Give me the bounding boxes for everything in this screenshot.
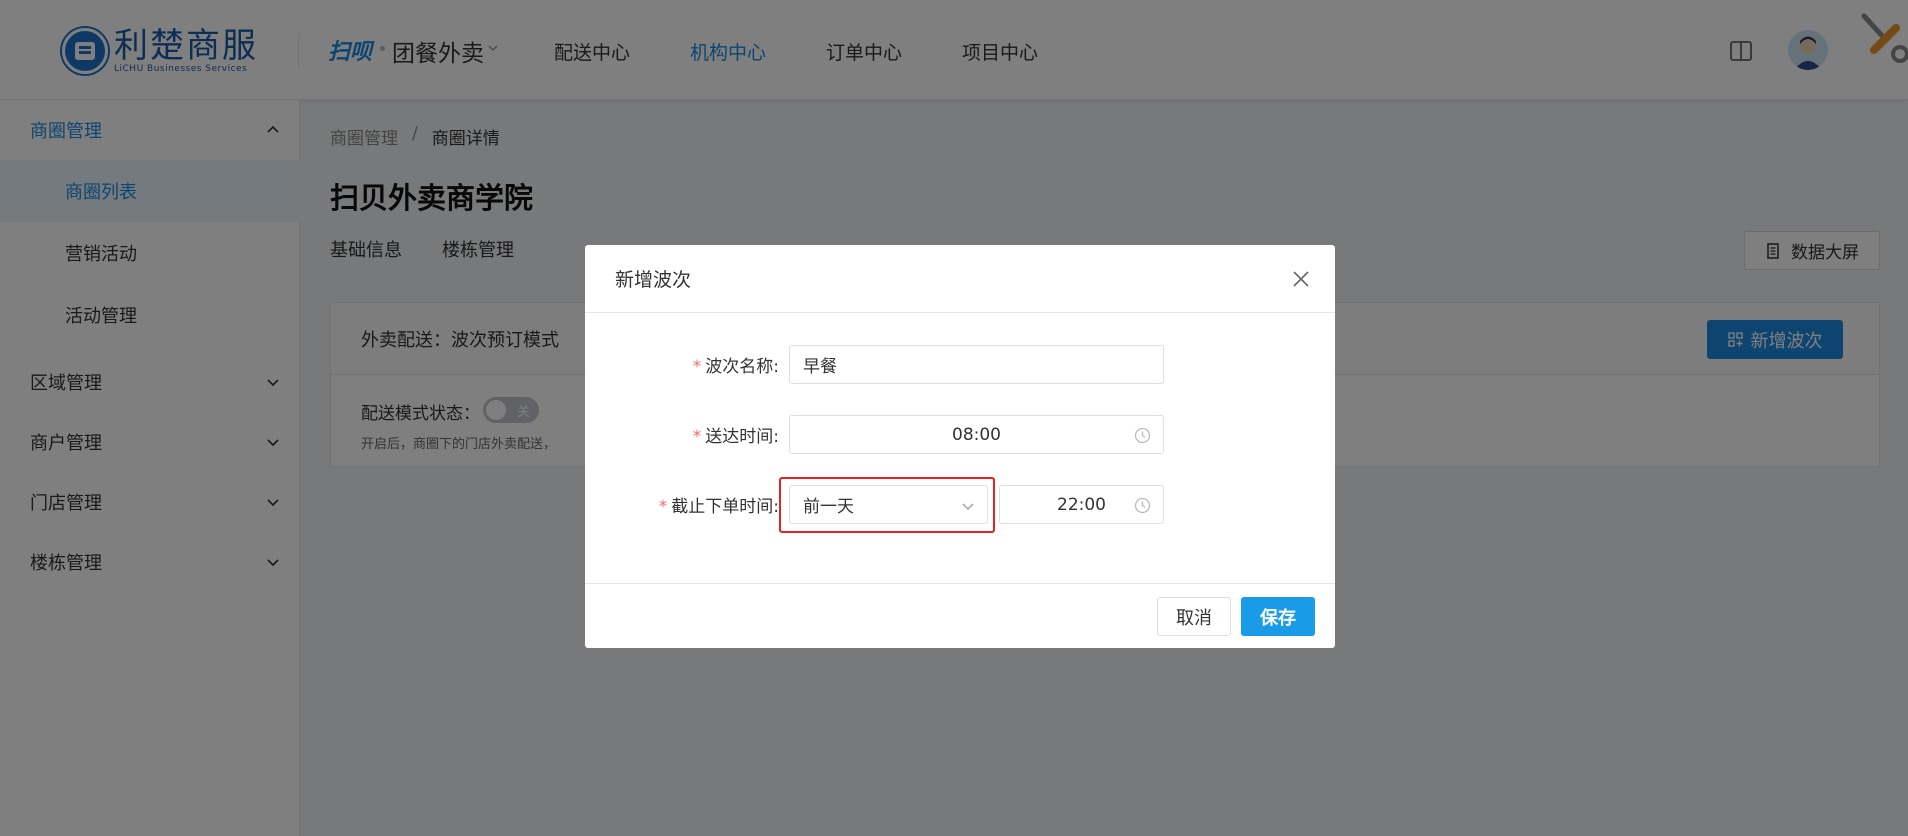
clock-icon: [1134, 497, 1151, 514]
cancel-button[interactable]: 取消: [1157, 597, 1231, 636]
required-mark: *: [658, 497, 668, 517]
clock-icon: [1134, 427, 1151, 444]
close-icon[interactable]: [1291, 269, 1311, 289]
cutoff-time-label-text: 截止下单时间:: [671, 497, 779, 517]
wave-name-input[interactable]: 早餐: [789, 345, 1164, 384]
wave-name-label-text: 波次名称:: [705, 357, 779, 377]
save-button[interactable]: 保存: [1241, 597, 1315, 636]
delivery-time-picker[interactable]: 08:00: [789, 415, 1164, 454]
add-wave-dialog: 新增波次 * 波次名称: 早餐 * 送达时间: 08:00 * 截止下单时间: 前一天…: [585, 245, 1335, 648]
cutoff-time-picker[interactable]: 22:00: [999, 485, 1164, 524]
delivery-time-label: * 送达时间:: [585, 422, 779, 447]
delivery-time-value: 08:00: [952, 424, 1001, 445]
required-mark: *: [692, 357, 702, 377]
delivery-time-label-text: 送达时间:: [705, 427, 779, 447]
cutoff-time-label: * 截止下单时间:: [585, 492, 779, 517]
wave-name-label: * 波次名称:: [585, 352, 779, 377]
annotation-highlight-box: [779, 477, 995, 533]
wave-name-value: 早餐: [803, 357, 837, 377]
dialog-footer-divider: [585, 583, 1335, 584]
dialog-title: 新增波次: [615, 269, 692, 291]
required-mark: *: [692, 427, 702, 447]
